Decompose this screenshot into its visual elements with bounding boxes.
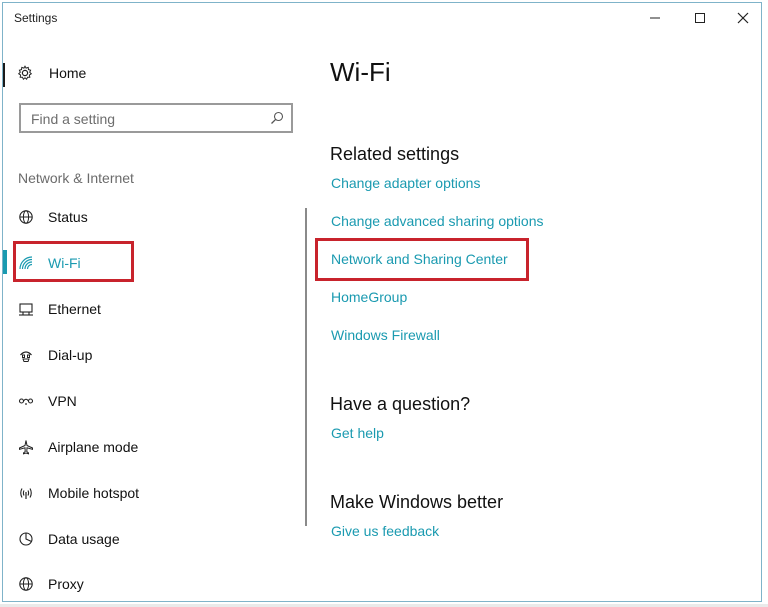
page-title: Wi-Fi	[330, 57, 391, 87]
sidebar-item-data-usage[interactable]: Data usage	[3, 521, 293, 557]
sidebar-item-label: Proxy	[48, 576, 84, 592]
related-settings-heading: Related settings	[330, 144, 460, 164]
sidebar-item-vpn[interactable]: VPN	[3, 383, 293, 419]
gear-icon	[17, 65, 33, 81]
close-icon	[737, 12, 749, 24]
maximize-icon	[695, 13, 705, 23]
sidebar-item-label: VPN	[48, 393, 77, 409]
dialup-icon	[17, 346, 35, 364]
sidebar-item-label: Airplane mode	[48, 439, 139, 455]
close-button[interactable]	[721, 3, 761, 33]
link-change-advanced-sharing-options[interactable]: Change advanced sharing options	[331, 213, 544, 229]
ethernet-icon	[17, 300, 35, 318]
link-homegroup[interactable]: HomeGroup	[331, 289, 407, 305]
sidebar-item-dialup[interactable]: Dial-up	[3, 337, 293, 373]
search-icon	[271, 111, 284, 124]
search-box[interactable]	[19, 103, 293, 133]
sidebar-item-status[interactable]: Status	[3, 199, 293, 235]
highlight-box-network-sharing	[315, 238, 529, 281]
link-change-adapter-options[interactable]: Change adapter options	[331, 175, 480, 191]
section-label: Network & Internet	[18, 170, 134, 186]
minimize-button[interactable]	[633, 3, 677, 33]
window-title: Settings	[14, 11, 58, 25]
vpn-icon	[17, 392, 35, 410]
link-windows-firewall[interactable]: Windows Firewall	[331, 327, 440, 343]
window-edge-shadow	[3, 63, 5, 87]
hotspot-icon	[17, 484, 35, 502]
sidebar-item-airplane-mode[interactable]: Airplane mode	[3, 429, 293, 465]
sidebar-item-label: Dial-up	[48, 347, 93, 363]
settings-window: Settings Home Find a setting Network & I…	[2, 2, 762, 602]
sidebar-item-label: Data usage	[48, 531, 120, 547]
airplane-icon	[17, 438, 35, 456]
sidebar-item-mobile-hotspot[interactable]: Mobile hotspot	[3, 475, 293, 511]
sidebar-item-label: Status	[48, 209, 88, 225]
link-get-help[interactable]: Get help	[331, 425, 384, 441]
maximize-button[interactable]	[678, 3, 722, 33]
globe-icon	[17, 575, 35, 593]
search-input[interactable]	[29, 108, 263, 130]
sidebar-item-label: Mobile hotspot	[48, 485, 140, 501]
home-nav[interactable]: Home	[17, 61, 86, 85]
highlight-box-wifi	[13, 241, 134, 282]
question-heading: Have a question?	[330, 394, 471, 414]
link-give-feedback[interactable]: Give us feedback	[331, 523, 439, 539]
data-usage-icon	[17, 530, 35, 548]
home-label: Home	[49, 65, 87, 81]
feedback-heading: Make Windows better	[330, 492, 504, 512]
sidebar-item-ethernet[interactable]: Ethernet	[3, 291, 293, 327]
sidebar-item-proxy[interactable]: Proxy	[3, 566, 293, 601]
pane-divider[interactable]	[305, 208, 307, 526]
minimize-icon	[650, 17, 660, 19]
sidebar-item-label: Ethernet	[48, 301, 101, 317]
globe-icon	[17, 208, 35, 226]
title-bar: Settings	[3, 3, 761, 33]
search-button[interactable]	[269, 110, 285, 126]
